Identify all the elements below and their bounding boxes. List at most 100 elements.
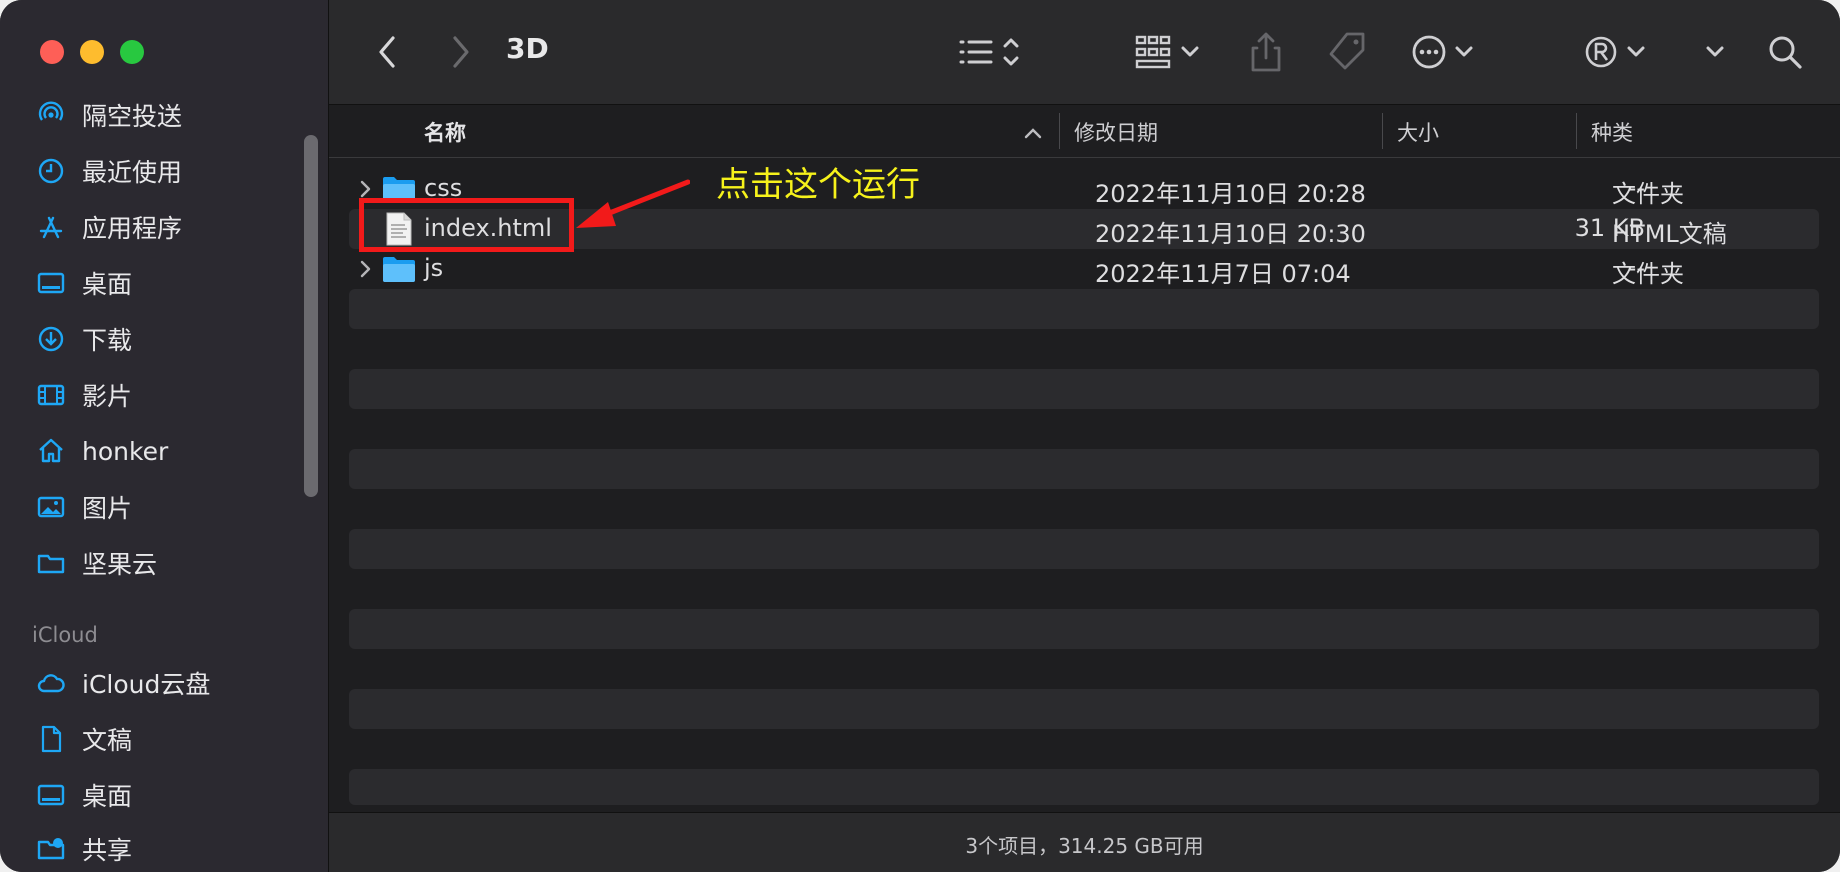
download-icon <box>36 324 66 354</box>
sidebar-item-desktop[interactable]: 桌面 <box>36 263 132 303</box>
sidebar-item-downloads[interactable]: 下载 <box>36 319 132 359</box>
sidebar-item-shared[interactable]: 共享 <box>36 829 132 869</box>
column-divider[interactable] <box>1576 113 1577 149</box>
more-actions-button[interactable] <box>1411 30 1481 74</box>
column-header: 名称 修改日期 大小 种类 <box>329 105 1840 158</box>
sidebar-item-label: honker <box>82 436 169 466</box>
cloud-icon <box>36 668 66 698</box>
chevron-right-icon <box>453 36 469 68</box>
sidebar-item-label: iCloud云盘 <box>82 670 211 699</box>
sidebar-item-recents[interactable]: 最近使用 <box>36 151 182 191</box>
highlight-box <box>359 198 574 252</box>
annotation-text: 点击这个运行 <box>716 165 920 205</box>
desktop-icon <box>36 268 66 298</box>
minimize-button[interactable] <box>80 40 104 64</box>
window-controls <box>40 40 144 64</box>
search-button[interactable] <box>1765 30 1805 74</box>
list-view-icon <box>959 38 1019 66</box>
empty-row <box>349 369 1819 409</box>
forward-button[interactable] <box>445 30 475 74</box>
empty-row <box>349 689 1819 729</box>
search-icon <box>1769 36 1802 69</box>
sidebar-item-icloud-desktop[interactable]: 桌面 <box>36 775 132 815</box>
sidebar-item-documents[interactable]: 文稿 <box>36 719 132 759</box>
column-kind[interactable]: 种类 <box>1591 117 1633 147</box>
file-date: 2022年11月10日 20:30 <box>1095 220 1366 248</box>
registered-extension-button[interactable] <box>1585 30 1653 74</box>
sidebar-section-icloud: iCloud <box>32 623 98 647</box>
toolbar: 3D <box>329 0 1840 105</box>
file-date: 2022年11月10日 20:28 <box>1095 180 1366 208</box>
sidebar-item-pictures[interactable]: 图片 <box>36 487 132 527</box>
empty-row <box>349 769 1819 805</box>
film-icon <box>36 380 66 410</box>
sidebar-item-applications[interactable]: 应用程序 <box>36 207 182 247</box>
sort-ascending-icon[interactable] <box>1024 127 1042 139</box>
sidebar-item-movies[interactable]: 影片 <box>36 375 132 415</box>
file-kind: HTML文稿 <box>1612 220 1727 248</box>
chevron-down-icon <box>1706 46 1724 57</box>
column-name[interactable]: 名称 <box>424 117 466 147</box>
sidebar-item-jianguoyun[interactable]: 坚果云 <box>36 543 157 583</box>
sidebar-scrollbar[interactable] <box>304 135 318 497</box>
sidebar-item-label: 应用程序 <box>82 214 183 243</box>
sidebar: 隔空投送 最近使用 应用程序 桌面 下载 影片 honker 图片 坚果云 iC… <box>0 0 329 872</box>
table-row[interactable]: js 2022年11月7日 07:04 -- 文件夹 <box>349 249 1819 289</box>
empty-row <box>349 609 1819 649</box>
registered-icon <box>1585 36 1645 68</box>
toolbar-overflow-button[interactable] <box>1701 30 1729 74</box>
tag-button[interactable] <box>1325 30 1369 74</box>
sidebar-item-label: 最近使用 <box>82 158 183 187</box>
sidebar-item-label: 影片 <box>82 382 133 411</box>
sidebar-item-label: 图片 <box>82 494 133 523</box>
home-icon <box>36 436 66 466</box>
file-kind: 文件夹 <box>1612 260 1684 288</box>
ellipsis-circle-icon <box>1412 35 1473 69</box>
annotation-arrow <box>576 179 690 228</box>
grid-icon <box>1135 35 1199 69</box>
column-divider[interactable] <box>1382 113 1383 149</box>
status-bar: 3个项目，314.25 GB可用 <box>329 812 1840 872</box>
photo-icon <box>36 492 66 522</box>
file-kind: 文件夹 <box>1612 180 1684 208</box>
clock-icon <box>36 156 66 186</box>
share-button[interactable] <box>1249 30 1283 74</box>
back-button[interactable] <box>373 30 403 74</box>
sidebar-item-label: 下载 <box>82 326 133 355</box>
share-icon <box>1251 32 1281 72</box>
finder-window: 隔空投送 最近使用 应用程序 桌面 下载 影片 honker 图片 坚果云 iC… <box>0 0 1840 872</box>
column-date[interactable]: 修改日期 <box>1074 117 1158 147</box>
sidebar-item-icloud-drive[interactable]: iCloud云盘 <box>36 663 210 703</box>
disclosure-triangle-icon[interactable] <box>359 260 373 278</box>
disclosure-triangle-icon[interactable] <box>359 180 373 198</box>
shared-folder-icon <box>36 834 66 864</box>
sidebar-item-label: 桌面 <box>82 270 133 299</box>
empty-row <box>349 529 1819 569</box>
document-icon <box>36 724 66 754</box>
status-text: 3个项目，314.25 GB可用 <box>965 834 1204 858</box>
folder-icon <box>383 257 415 282</box>
column-divider[interactable] <box>1059 113 1060 149</box>
empty-row <box>349 449 1819 489</box>
sidebar-item-airdrop[interactable]: 隔空投送 <box>36 95 182 135</box>
empty-row <box>349 289 1819 329</box>
list-view-button[interactable] <box>957 30 1027 74</box>
sidebar-item-label: 文稿 <box>82 726 133 755</box>
zoom-button[interactable] <box>120 40 144 64</box>
desktop-icon <box>36 780 66 810</box>
applications-icon <box>36 212 66 242</box>
file-date: 2022年11月7日 07:04 <box>1095 260 1351 288</box>
sidebar-item-label: 共享 <box>82 836 133 865</box>
tag-icon <box>1329 32 1365 70</box>
sidebar-item-home[interactable]: honker <box>36 431 168 471</box>
group-button[interactable] <box>1135 30 1209 74</box>
close-button[interactable] <box>40 40 64 64</box>
sidebar-item-label: 桌面 <box>82 782 133 811</box>
folder-icon <box>36 548 66 578</box>
window-title: 3D <box>506 32 549 65</box>
column-size[interactable]: 大小 <box>1397 117 1439 147</box>
file-name: js <box>424 254 444 282</box>
chevron-left-icon <box>379 36 395 68</box>
airdrop-icon <box>36 100 66 130</box>
sidebar-item-label: 隔空投送 <box>82 102 183 131</box>
